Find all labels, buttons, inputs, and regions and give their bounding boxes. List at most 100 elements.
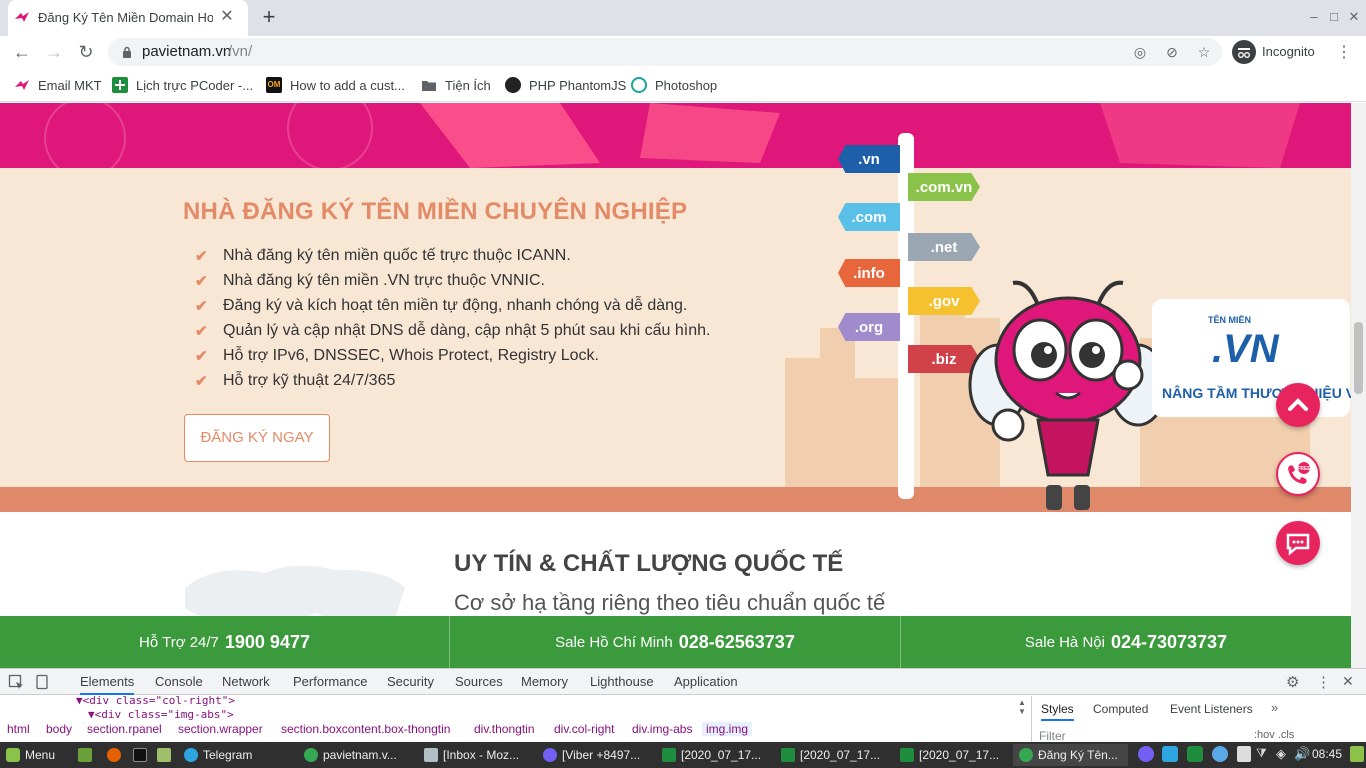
- taskbar-item-sheet-2[interactable]: [2020_07_17...: [775, 744, 890, 766]
- mail-icon: [424, 748, 438, 762]
- folder-icon: [421, 77, 437, 93]
- devtools-tab-performance[interactable]: Performance: [293, 669, 367, 695]
- scroll-to-top-button[interactable]: [1276, 383, 1320, 427]
- support-hotline[interactable]: Hỗ Trợ 24/7 1900 9477: [0, 616, 449, 668]
- register-now-button[interactable]: ĐĂNG KÝ NGAY: [184, 414, 330, 462]
- bookmark-tien-ich[interactable]: Tiện Ích: [421, 76, 491, 94]
- close-window-icon[interactable]: ✕: [1346, 9, 1362, 25]
- support-sale-hcm[interactable]: Sale Hồ Chí Minh 028-62563737: [450, 616, 900, 668]
- address-bar[interactable]: [108, 38, 1222, 66]
- devtools-tab-console[interactable]: Console: [155, 669, 203, 695]
- devtools-tab-elements[interactable]: Elements: [80, 669, 135, 695]
- dom-node-img-abs[interactable]: ▼<div class="img-abs">: [88, 708, 234, 721]
- breadcrumb-item[interactable]: section.boxcontent.box-thongtin: [281, 722, 450, 736]
- eye-off-icon[interactable]: ⊘: [1162, 42, 1182, 62]
- taskbar-item-viber[interactable]: [Viber +8497...: [537, 744, 652, 766]
- taskbar-item-chrome-active[interactable]: Đăng Ký Tên...: [1013, 744, 1128, 766]
- taskbar-clock[interactable]: 08:45: [1312, 747, 1342, 761]
- domain-sign-vn: .vn: [838, 145, 900, 173]
- viber-tray-icon[interactable]: [1138, 746, 1154, 762]
- feature-item: ✔ Hỗ trợ kỹ thuật 24/7/365: [195, 372, 396, 390]
- settings-gear-icon[interactable]: ⚙: [1286, 673, 1304, 691]
- devtools-tab-memory[interactable]: Memory: [521, 669, 568, 695]
- domain-sign-info: .info: [838, 259, 900, 287]
- device-toolbar-icon[interactable]: [34, 674, 50, 690]
- event-listeners-tab[interactable]: Event Listeners: [1170, 702, 1253, 716]
- devtools-tab-security[interactable]: Security: [387, 669, 434, 695]
- breadcrumb-item[interactable]: section.wrapper: [178, 722, 263, 736]
- firefox-icon[interactable]: [101, 744, 123, 766]
- inspect-element-icon[interactable]: [8, 674, 24, 690]
- styles-filter-input[interactable]: Filter: [1039, 729, 1066, 743]
- notification-tray-icon[interactable]: [1350, 746, 1364, 762]
- forward-icon[interactable]: →: [42, 40, 66, 64]
- sheets-tray-icon[interactable]: [1187, 746, 1203, 762]
- breadcrumb-item[interactable]: div.thongtin: [474, 722, 535, 736]
- hov-cls-toggle[interactable]: :hov .cls: [1254, 729, 1294, 741]
- bookmark-php-phantomjs[interactable]: PHP PhantomJS: [505, 76, 626, 94]
- scrollbar-thumb[interactable]: [1354, 322, 1363, 394]
- breadcrumb-item[interactable]: html: [7, 722, 30, 736]
- taskbar-item-sheet-1[interactable]: [2020_07_17...: [656, 744, 771, 766]
- show-desktop-icon[interactable]: [72, 744, 94, 766]
- back-icon[interactable]: ←: [10, 40, 34, 64]
- breadcrumb-item[interactable]: div.img-abs: [632, 722, 692, 736]
- breadcrumb-item[interactable]: section.rpanel: [87, 722, 162, 736]
- scroll-arrows-icon[interactable]: ▲ ▼: [1018, 698, 1028, 718]
- github-icon: [505, 77, 521, 93]
- star-icon[interactable]: ☆: [1194, 42, 1214, 62]
- taskbar-item-thunderbird[interactable]: [Inbox - Moz...: [418, 744, 533, 766]
- check-icon: ✔: [195, 273, 208, 290]
- check-icon: ✔: [195, 323, 208, 340]
- chat-button[interactable]: [1276, 521, 1320, 565]
- devtools-tab-application[interactable]: Application: [674, 669, 738, 695]
- clipboard-tray-icon[interactable]: [1237, 746, 1251, 762]
- bookmark-lich-truc[interactable]: Lịch trực PCoder -...: [112, 76, 253, 94]
- feature-item: ✔ Quản lý và cập nhật DNS dễ dàng, cập nh…: [195, 322, 711, 340]
- new-tab-button[interactable]: +: [256, 5, 282, 31]
- bookmark-email-mkt[interactable]: Email MKT: [14, 76, 102, 94]
- start-menu-button[interactable]: Menu: [0, 744, 70, 766]
- feature-item: ✔ Nhà đăng ký tên miền quốc tế trực thuộc…: [195, 247, 571, 265]
- devtools-tab-network[interactable]: Network: [222, 669, 270, 695]
- pink-banner: [0, 103, 1351, 168]
- devtools-tab-lighthouse[interactable]: Lighthouse: [590, 669, 654, 695]
- breadcrumb-item[interactable]: body: [46, 722, 72, 736]
- hero-title: NHÀ ĐĂNG KÝ TÊN MIỀN CHUYÊN NGHIỆP: [183, 198, 688, 225]
- om-icon: OM: [266, 77, 282, 93]
- free-call-button[interactable]: FREE: [1276, 452, 1320, 496]
- devtools-tab-sources[interactable]: Sources: [455, 669, 503, 695]
- network-tray-icon[interactable]: ⧩: [1256, 746, 1272, 762]
- breadcrumb-item-selected[interactable]: img.img: [702, 722, 753, 736]
- incognito-label[interactable]: Incognito: [1262, 44, 1315, 59]
- breadcrumb-item[interactable]: div.col-right: [554, 722, 614, 736]
- taskbar-item-chrome-pavietnam[interactable]: pavietnam.v...: [298, 744, 413, 766]
- minimize-icon[interactable]: –: [1306, 9, 1322, 25]
- shield-tray-icon[interactable]: ◈: [1276, 746, 1292, 762]
- reload-icon[interactable]: ↻: [74, 40, 98, 64]
- chrome-icon: [304, 748, 318, 762]
- terminal-icon[interactable]: [127, 744, 149, 766]
- dom-node-col-right[interactable]: ▼<div class="col-right">: [76, 694, 235, 707]
- taskbar-item-sheet-3[interactable]: [2020_07_17...: [894, 744, 1009, 766]
- telegram-tray-icon[interactable]: [1162, 746, 1178, 762]
- bookmark-photoshop[interactable]: Photoshop: [631, 76, 717, 94]
- close-tab-icon[interactable]: ✕: [218, 8, 236, 26]
- bookmark-how-to[interactable]: OM How to add a cust...: [266, 76, 405, 94]
- computed-tab[interactable]: Computed: [1093, 702, 1148, 716]
- volume-tray-icon[interactable]: 🔊: [1294, 746, 1310, 762]
- cloud-tray-icon[interactable]: [1212, 746, 1228, 762]
- lock-icon[interactable]: [122, 45, 132, 58]
- maximize-icon[interactable]: □: [1326, 9, 1342, 25]
- styles-tab[interactable]: Styles: [1041, 702, 1074, 721]
- taskbar-item-telegram[interactable]: Telegram: [178, 744, 293, 766]
- browser-menu-icon[interactable]: ⋮: [1334, 42, 1354, 62]
- support-sale-hn[interactable]: Sale Hà Nội 024-73073737: [901, 616, 1351, 668]
- location-blocked-icon[interactable]: ◎: [1130, 42, 1150, 62]
- incognito-icon[interactable]: [1232, 40, 1256, 64]
- files-icon[interactable]: [151, 744, 173, 766]
- more-tabs-icon[interactable]: »: [1271, 700, 1278, 715]
- close-devtools-icon[interactable]: ✕: [1342, 673, 1358, 691]
- devtools-menu-icon[interactable]: ⋮: [1316, 673, 1331, 691]
- check-icon: ✔: [195, 373, 208, 390]
